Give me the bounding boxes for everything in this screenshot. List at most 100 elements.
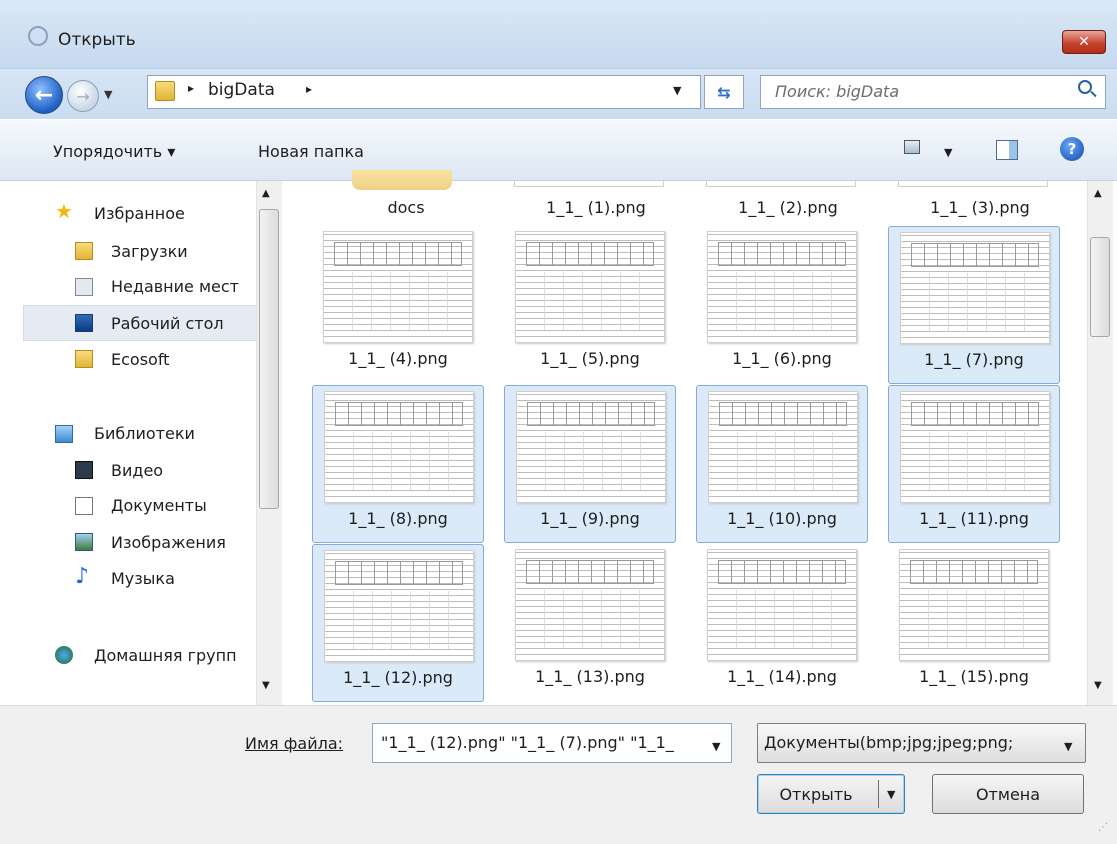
nav-item-recent[interactable]: Недавние мест [111, 271, 239, 301]
file-thumbnail [899, 549, 1049, 661]
file-tile-selected[interactable]: 1_1_ (10).png [696, 385, 868, 543]
file-name[interactable]: 1_1_ (3).png [894, 198, 1066, 217]
breadcrumb-separator-icon[interactable]: ▸ [306, 82, 312, 96]
new-folder-button[interactable]: Новая папка [258, 142, 364, 161]
file-thumbnail [515, 549, 665, 661]
nav-item-documents[interactable]: Документы [111, 490, 207, 520]
file-tile[interactable]: 1_1_ (6).png [696, 226, 868, 384]
filename-dropdown-icon[interactable]: ▼ [712, 740, 720, 753]
title-bar [0, 0, 1117, 69]
file-thumbnail [324, 550, 474, 662]
scroll-up-icon[interactable]: ▲ [1094, 188, 1102, 199]
breadcrumb-bigdata[interactable]: bigData [208, 80, 275, 100]
file-thumbnail[interactable] [706, 181, 856, 187]
file-thumbnail [900, 391, 1050, 503]
recent-pages-dropdown-icon[interactable]: ▼ [104, 88, 112, 101]
file-name: 1_1_ (7).png [924, 350, 1024, 369]
nav-item-desktop[interactable]: Рабочий стол [111, 308, 224, 338]
change-view-icon[interactable] [904, 140, 920, 154]
file-thumbnail [707, 549, 857, 661]
nav-item-downloads[interactable]: Загрузки [111, 236, 188, 266]
recent-places-icon [75, 278, 93, 296]
search-input[interactable]: Поиск: bigData [760, 75, 1106, 109]
nav-item-music[interactable]: Музыка [111, 563, 175, 593]
filename-label-text: Имя файла: [245, 734, 344, 753]
nav-item-favorites[interactable]: Избранное [94, 198, 185, 228]
music-icon: ♪ [75, 564, 90, 589]
file-tile[interactable]: 1_1_ (5).png [504, 226, 676, 384]
open-button[interactable]: Открыть [757, 774, 905, 814]
scroll-down-icon[interactable]: ▼ [1094, 680, 1102, 691]
file-tile-selected[interactable]: 1_1_ (9).png [504, 385, 676, 543]
video-icon [75, 461, 93, 479]
file-thumbnail [323, 231, 473, 343]
homegroup-icon [55, 646, 73, 664]
nav-item-ecosoft[interactable]: Ecosoft [111, 344, 169, 374]
nav-scrollbar-thumb[interactable] [259, 209, 279, 509]
file-tile-selected[interactable]: 1_1_ (11).png [888, 385, 1060, 543]
open-options-dropdown-icon[interactable]: ▼ [887, 788, 895, 801]
filetype-dropdown-icon[interactable]: ▼ [1064, 740, 1072, 753]
close-button[interactable]: ✕ [1062, 30, 1106, 54]
filetype-select[interactable]: Документы(bmp;jpg;jpeg;png; [757, 723, 1086, 763]
view-dropdown-icon[interactable]: ▼ [944, 146, 952, 159]
back-button[interactable]: ← [25, 76, 63, 114]
file-list-scrollbar-thumb[interactable] [1090, 237, 1110, 337]
file-name: 1_1_ (6).png [732, 349, 832, 368]
file-name: 1_1_ (8).png [348, 509, 448, 528]
file-thumbnail [516, 391, 666, 503]
docs-folder-icon[interactable] [352, 170, 452, 190]
file-tile-selected[interactable]: 1_1_ (8).png [312, 385, 484, 543]
breadcrumb-separator-icon[interactable]: ▸ [188, 81, 194, 95]
star-icon: ★ [55, 199, 73, 223]
refresh-button[interactable]: ⇆ [704, 75, 744, 109]
file-name: 1_1_ (14).png [727, 667, 837, 686]
file-name: 1_1_ (9).png [540, 509, 640, 528]
file-tile-selected[interactable]: 1_1_ (7).png [888, 226, 1060, 384]
file-name: 1_1_ (11).png [919, 509, 1029, 528]
downloads-folder-icon [75, 242, 93, 260]
forward-button[interactable]: → [67, 80, 99, 112]
images-icon [75, 533, 93, 551]
organize-button[interactable]: Упорядочить ▾ [53, 142, 175, 161]
file-tile[interactable]: 1_1_ (14).png [696, 544, 868, 702]
file-tile-selected[interactable]: 1_1_ (12).png [312, 544, 484, 702]
nav-item-video[interactable]: Видео [111, 455, 163, 485]
file-tile[interactable]: 1_1_ (4).png [312, 226, 484, 384]
preview-pane-icon[interactable] [996, 140, 1018, 160]
file-thumbnail[interactable] [898, 181, 1048, 187]
file-tile[interactable]: 1_1_ (13).png [504, 544, 676, 702]
filename-input[interactable]: "1_1_ (12).png" "1_1_ (7).png" "1_1_ [372, 723, 732, 763]
open-button-divider [878, 780, 879, 808]
libraries-icon [55, 425, 73, 443]
desktop-icon [75, 314, 93, 332]
file-name: 1_1_ (13).png [535, 667, 645, 686]
file-thumbnail [707, 231, 857, 343]
filename-label: Имя файла: [245, 734, 343, 753]
file-thumbnail [515, 231, 665, 343]
file-name-docs[interactable]: docs [320, 198, 492, 217]
nav-item-images[interactable]: Изображения [111, 527, 226, 557]
address-dropdown-icon[interactable]: ▼ [673, 84, 681, 97]
help-icon[interactable]: ? [1060, 137, 1084, 161]
cancel-button[interactable]: Отмена [932, 774, 1084, 814]
file-name: 1_1_ (4).png [348, 349, 448, 368]
nav-item-libraries[interactable]: Библиотеки [94, 418, 195, 448]
scroll-up-icon[interactable]: ▲ [262, 188, 270, 199]
file-name: 1_1_ (10).png [727, 509, 837, 528]
nav-item-homegroup[interactable]: Домашняя групп [94, 640, 237, 670]
documents-icon [75, 497, 93, 515]
file-name: 1_1_ (12).png [343, 668, 453, 687]
resize-grip-icon[interactable]: ⋰ [1098, 822, 1108, 833]
file-thumbnail [708, 391, 858, 503]
app-icon [28, 26, 48, 46]
open-button-label: Открыть [779, 784, 853, 804]
search-icon[interactable] [1078, 80, 1092, 94]
file-thumbnail[interactable] [514, 181, 664, 187]
scroll-down-icon[interactable]: ▼ [262, 680, 270, 691]
file-tile[interactable]: 1_1_ (15).png [888, 544, 1060, 702]
file-name[interactable]: 1_1_ (2).png [702, 198, 874, 217]
file-name: 1_1_ (5).png [540, 349, 640, 368]
folder-icon [75, 350, 93, 368]
file-name[interactable]: 1_1_ (1).png [510, 198, 682, 217]
